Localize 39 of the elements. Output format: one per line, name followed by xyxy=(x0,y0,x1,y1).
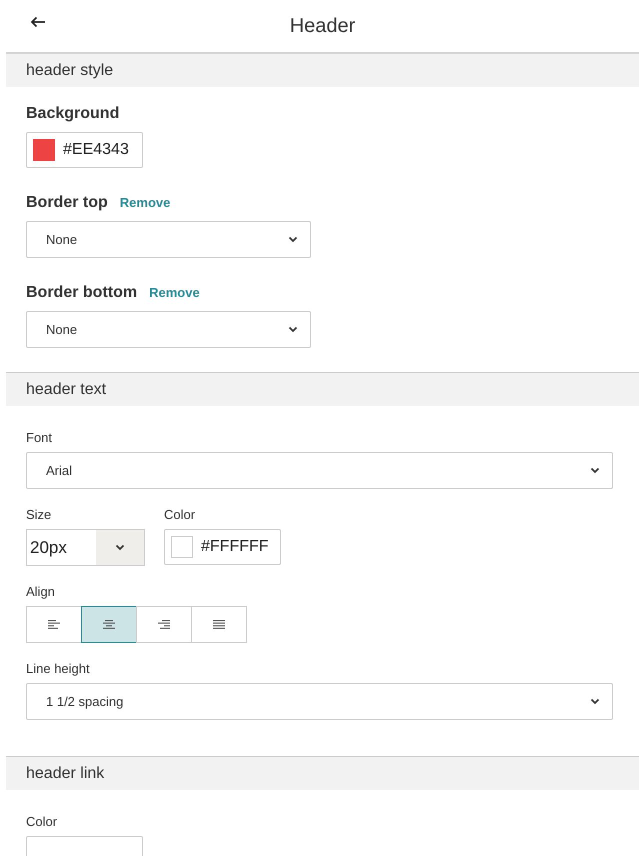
size-dropdown-button[interactable] xyxy=(96,530,144,565)
field-label: Font xyxy=(26,430,52,445)
align-center-icon xyxy=(103,620,115,630)
dropdown-select[interactable]: None xyxy=(26,311,311,348)
field-label: Line height xyxy=(26,661,90,676)
field-label: Background xyxy=(26,105,120,123)
align-button[interactable] xyxy=(191,606,247,643)
chevron-down-icon xyxy=(590,467,600,474)
section-header: header link xyxy=(6,757,639,790)
section-header: header text xyxy=(6,373,639,406)
dropdown-select[interactable]: None xyxy=(26,221,311,258)
size-field[interactable]: 20px xyxy=(26,529,145,566)
chevron-down-icon xyxy=(288,326,298,333)
align-right-icon xyxy=(158,620,170,630)
chevron-down-icon xyxy=(288,236,298,243)
align-left-icon xyxy=(48,620,60,630)
field-label: Size xyxy=(26,507,52,522)
align-justify-icon xyxy=(213,620,225,630)
color-field[interactable]: #EE4343 xyxy=(26,132,143,168)
color-swatch[interactable] xyxy=(33,139,55,161)
field-label: Border top xyxy=(26,194,108,212)
dropdown-select[interactable]: 1 1/2 spacing xyxy=(26,683,613,720)
field-label: Color xyxy=(164,507,196,522)
dropdown-select[interactable]: Arial xyxy=(26,452,613,489)
align-button[interactable] xyxy=(26,606,82,643)
align-button[interactable] xyxy=(136,606,192,643)
color-swatch[interactable] xyxy=(171,536,193,558)
page-title: Header xyxy=(290,14,356,38)
field-label: Border bottom xyxy=(26,284,138,302)
back-arrow-icon xyxy=(30,16,46,28)
field-label: Color xyxy=(26,814,58,829)
field-label: Align xyxy=(26,584,56,599)
section-header: header style xyxy=(6,54,639,87)
chevron-down-icon xyxy=(115,544,125,551)
remove-link[interactable]: Remove xyxy=(149,285,200,300)
chevron-down-icon xyxy=(590,698,600,705)
align-button[interactable] xyxy=(81,606,137,643)
color-field[interactable]: #FFFFFF xyxy=(164,529,281,565)
remove-link[interactable]: Remove xyxy=(120,195,170,210)
